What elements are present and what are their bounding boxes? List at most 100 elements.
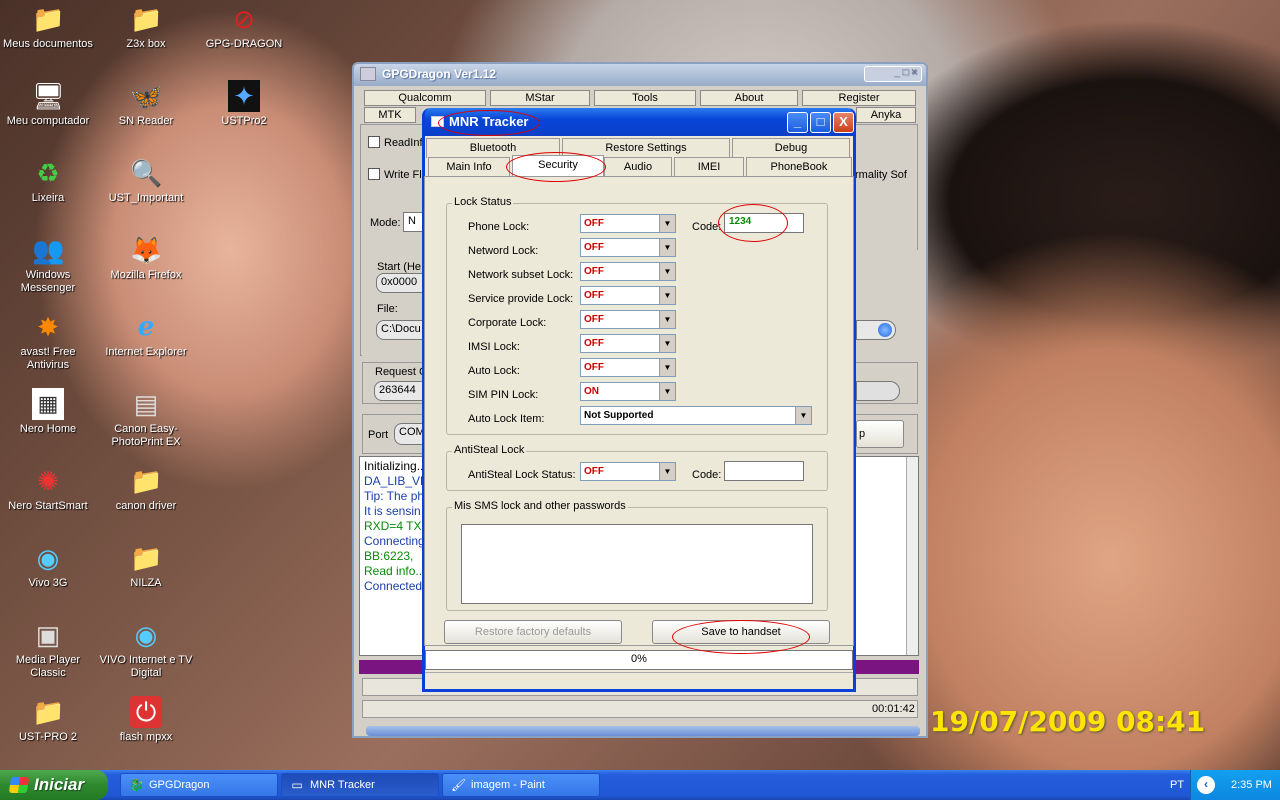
writeflash-checkbox[interactable] xyxy=(368,168,380,180)
select-value: OFF xyxy=(584,466,604,477)
auto-lock-item-label: Auto Lock Item: xyxy=(468,413,545,425)
close-button[interactable]: X xyxy=(833,112,854,133)
desktop-icon[interactable]: 📁 UST-PRO 2 xyxy=(0,696,96,744)
request-field-end xyxy=(856,381,900,401)
minimize-button[interactable]: _ xyxy=(787,112,808,133)
desktop-icon[interactable]: ▤ Canon Easy-PhotoPrint EX xyxy=(98,388,194,449)
desktop-icon[interactable]: ▦ Nero Home xyxy=(0,388,96,436)
printer-icon: ▤ xyxy=(133,389,159,419)
tab-main-info[interactable]: Main Info xyxy=(428,157,510,177)
desktop-icon-label: flash mpxx xyxy=(119,731,173,743)
menu-about[interactable]: About xyxy=(700,90,798,106)
stop-button[interactable]: p xyxy=(856,420,904,448)
desktop-icon[interactable]: ♻ Lixeira xyxy=(0,157,96,205)
phone-lock-select[interactable]: OFF ▼ xyxy=(580,214,676,233)
corporate-lock-select[interactable]: OFF ▼ xyxy=(580,310,676,329)
menu-mstar[interactable]: MStar xyxy=(490,90,590,106)
desktop-icon[interactable]: 🦊 Mozilla Firefox xyxy=(98,234,194,282)
network-subset-lock-select[interactable]: OFF ▼ xyxy=(580,262,676,281)
network-lock-select[interactable]: OFF ▼ xyxy=(580,238,676,257)
desktop-icon[interactable]: ✸ avast! Free Antivirus xyxy=(0,311,96,372)
sim-pin-lock-select[interactable]: ON ▼ xyxy=(580,382,676,401)
file-path-input[interactable]: C:\Docu xyxy=(376,320,424,340)
internet-explorer-icon: e xyxy=(137,312,155,342)
imsi-lock-label: IMSI Lock: xyxy=(468,341,520,353)
windows-logo-icon xyxy=(8,777,30,793)
auto-lock-select[interactable]: OFF ▼ xyxy=(580,358,676,377)
auto-lock-label: Auto Lock: xyxy=(468,365,520,377)
taskbar-item-mnr-tracker[interactable]: ▭ MNR Tracker xyxy=(281,773,439,797)
taskbar: Iniciar 🐉 GPGDragon ▭ MNR Tracker 🖌 imagem … xyxy=(0,770,1280,800)
phone-lock-code-input[interactable]: 1234 xyxy=(724,213,804,233)
request-code-input[interactable]: 263644 xyxy=(374,381,426,401)
desktop-icon[interactable]: 📁 Z3x box xyxy=(98,3,194,51)
desktop-icon[interactable]: ⊘ GPG-DRAGON xyxy=(196,3,292,51)
app-icon xyxy=(360,67,376,81)
service-provider-lock-select[interactable]: OFF ▼ xyxy=(580,286,676,305)
group-label: Mis SMS lock and other passwords xyxy=(452,500,628,512)
desktop-icon[interactable]: e Internet Explorer xyxy=(98,311,194,359)
maximize-button[interactable]: □ xyxy=(810,112,831,133)
save-to-handset-button[interactable]: Save to handset xyxy=(652,620,830,644)
service-provider-lock-label: Service provide Lock: xyxy=(468,293,574,305)
antisteal-code-label: Code: xyxy=(692,469,722,481)
chevron-left-icon[interactable]: ‹ xyxy=(1197,776,1215,794)
tab-audio[interactable]: Audio xyxy=(604,157,672,177)
desktop-icon[interactable]: 🦋 SN Reader xyxy=(98,80,194,128)
browse-file-button[interactable] xyxy=(856,320,896,340)
desktop-icon[interactable]: ◉ Vivo 3G xyxy=(0,542,96,590)
clock[interactable]: 2:35 PM xyxy=(1231,779,1272,791)
tab-security[interactable]: Security xyxy=(512,155,604,177)
desktop-icon[interactable]: ✺ Nero StartSmart xyxy=(0,465,96,513)
folder-icon: 📁 xyxy=(32,697,65,727)
tab-mtk[interactable]: MTK xyxy=(364,107,416,123)
desktop-icon-label: Lixeira xyxy=(31,192,65,204)
desktop-icon[interactable]: ✦ USTPro2 xyxy=(196,80,292,128)
desktop-icon[interactable]: 👥 Windows Messenger xyxy=(0,234,96,295)
menu-qualcomm[interactable]: Qualcomm xyxy=(364,90,486,106)
tab-imei[interactable]: IMEI xyxy=(674,157,744,177)
select-value: OFF xyxy=(584,362,604,373)
sms-passwords-textarea[interactable] xyxy=(461,524,813,604)
search-icon: 🔍 xyxy=(130,158,163,188)
desktop-icon-label: Internet Explorer xyxy=(105,346,187,358)
desktop-icon[interactable]: 📁 Meus documentos xyxy=(0,3,96,51)
start-address-input[interactable]: 0x0000 xyxy=(376,273,424,293)
desktop-icon[interactable]: 📁 canon driver xyxy=(98,465,194,513)
desktop-icon[interactable]: ◉ VIVO Internet e TV Digital xyxy=(98,619,194,680)
language-indicator[interactable]: PT xyxy=(1170,779,1184,791)
auto-lock-item-select[interactable]: Not Supported ▼ xyxy=(580,406,812,425)
menu-register[interactable]: Register xyxy=(802,90,916,106)
desktop-icon[interactable]: 🔍 UST_Important xyxy=(98,157,194,205)
antisteal-status-select[interactable]: OFF ▼ xyxy=(580,462,676,481)
desktop-icon[interactable]: ⏻ flash mpxx xyxy=(98,696,194,744)
port-select[interactable]: COM xyxy=(394,423,424,445)
ustpro-icon: ✦ xyxy=(228,80,260,112)
taskbar-item-paint[interactable]: 🖌 imagem - Paint xyxy=(442,773,600,797)
antisteal-code-input[interactable] xyxy=(724,461,804,481)
tab-anyka[interactable]: Anyka xyxy=(856,107,916,123)
desktop-icon-label: VIVO Internet e TV Digital xyxy=(99,654,193,679)
taskbar-item-gpgdragon[interactable]: 🐉 GPGDragon xyxy=(120,773,278,797)
log-scrollbar[interactable] xyxy=(906,457,918,655)
restore-factory-defaults-button[interactable]: Restore factory defaults xyxy=(444,620,622,644)
prohibited-icon: ⊘ xyxy=(233,4,255,34)
imsi-lock-select[interactable]: OFF ▼ xyxy=(580,334,676,353)
window-controls[interactable]: _ □ × xyxy=(864,66,922,82)
desktop-icon-label: USTPro2 xyxy=(221,115,267,127)
gpgdragon-titlebar[interactable]: GPGDragon Ver1.12 _ □ × xyxy=(354,64,926,86)
avast-icon: ✸ xyxy=(37,312,59,342)
messenger-icon: 👥 xyxy=(32,235,65,265)
readinfo-checkbox[interactable] xyxy=(368,136,380,148)
mnr-titlebar[interactable]: MNR Tracker _ □ X xyxy=(425,108,854,136)
desktop-icon[interactable]: 📁 NILZA xyxy=(98,542,194,590)
desktop-icon-label: Windows Messenger xyxy=(20,269,76,294)
desktop-icon-label: Media Player Classic xyxy=(15,654,81,679)
desktop-icon[interactable]: 🖥 Meu computador xyxy=(0,80,96,128)
tab-debug[interactable]: Debug xyxy=(732,138,850,158)
menu-tools[interactable]: Tools xyxy=(594,90,696,106)
desktop-icon[interactable]: ▣ Media Player Classic xyxy=(0,619,96,680)
chevron-down-icon: ▼ xyxy=(659,215,675,232)
tab-phonebook[interactable]: PhoneBook xyxy=(746,157,852,177)
start-button[interactable]: Iniciar xyxy=(0,770,108,800)
